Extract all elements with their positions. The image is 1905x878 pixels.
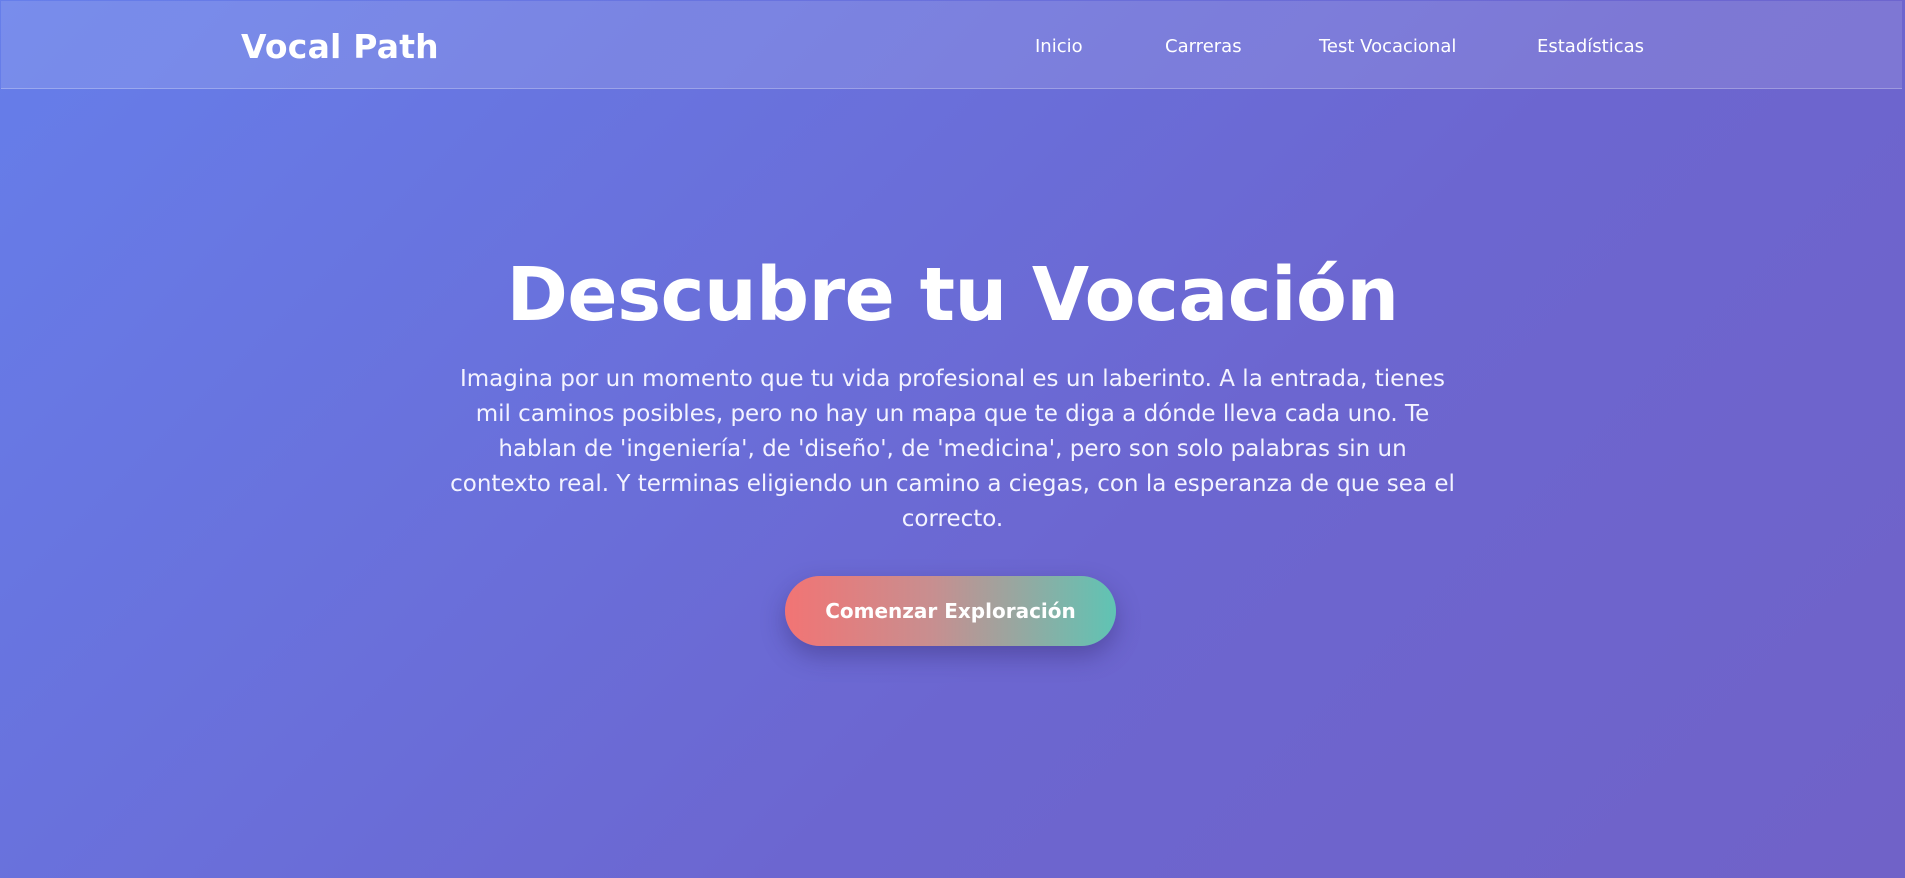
nav-link-carreras[interactable]: Carreras bbox=[1165, 36, 1242, 57]
nav-link-test-vocacional[interactable]: Test Vocacional bbox=[1319, 36, 1456, 57]
hero-title: Descubre tu Vocación bbox=[506, 252, 1399, 338]
top-navbar: Vocal Path Inicio Carreras Test Vocacion… bbox=[1, 1, 1902, 89]
nav-link-estadisticas[interactable]: Estadísticas bbox=[1537, 36, 1644, 57]
main-nav: Inicio Carreras Test Vocacional Estadíst… bbox=[1, 36, 1902, 60]
hero-description: Imagina por un momento que tu vida profe… bbox=[450, 366, 1455, 532]
start-exploration-button[interactable]: Comenzar Exploración bbox=[785, 576, 1116, 646]
nav-link-inicio[interactable]: Inicio bbox=[1035, 36, 1083, 57]
hero-section: Descubre tu Vocación Imagina por un mome… bbox=[0, 90, 1905, 878]
